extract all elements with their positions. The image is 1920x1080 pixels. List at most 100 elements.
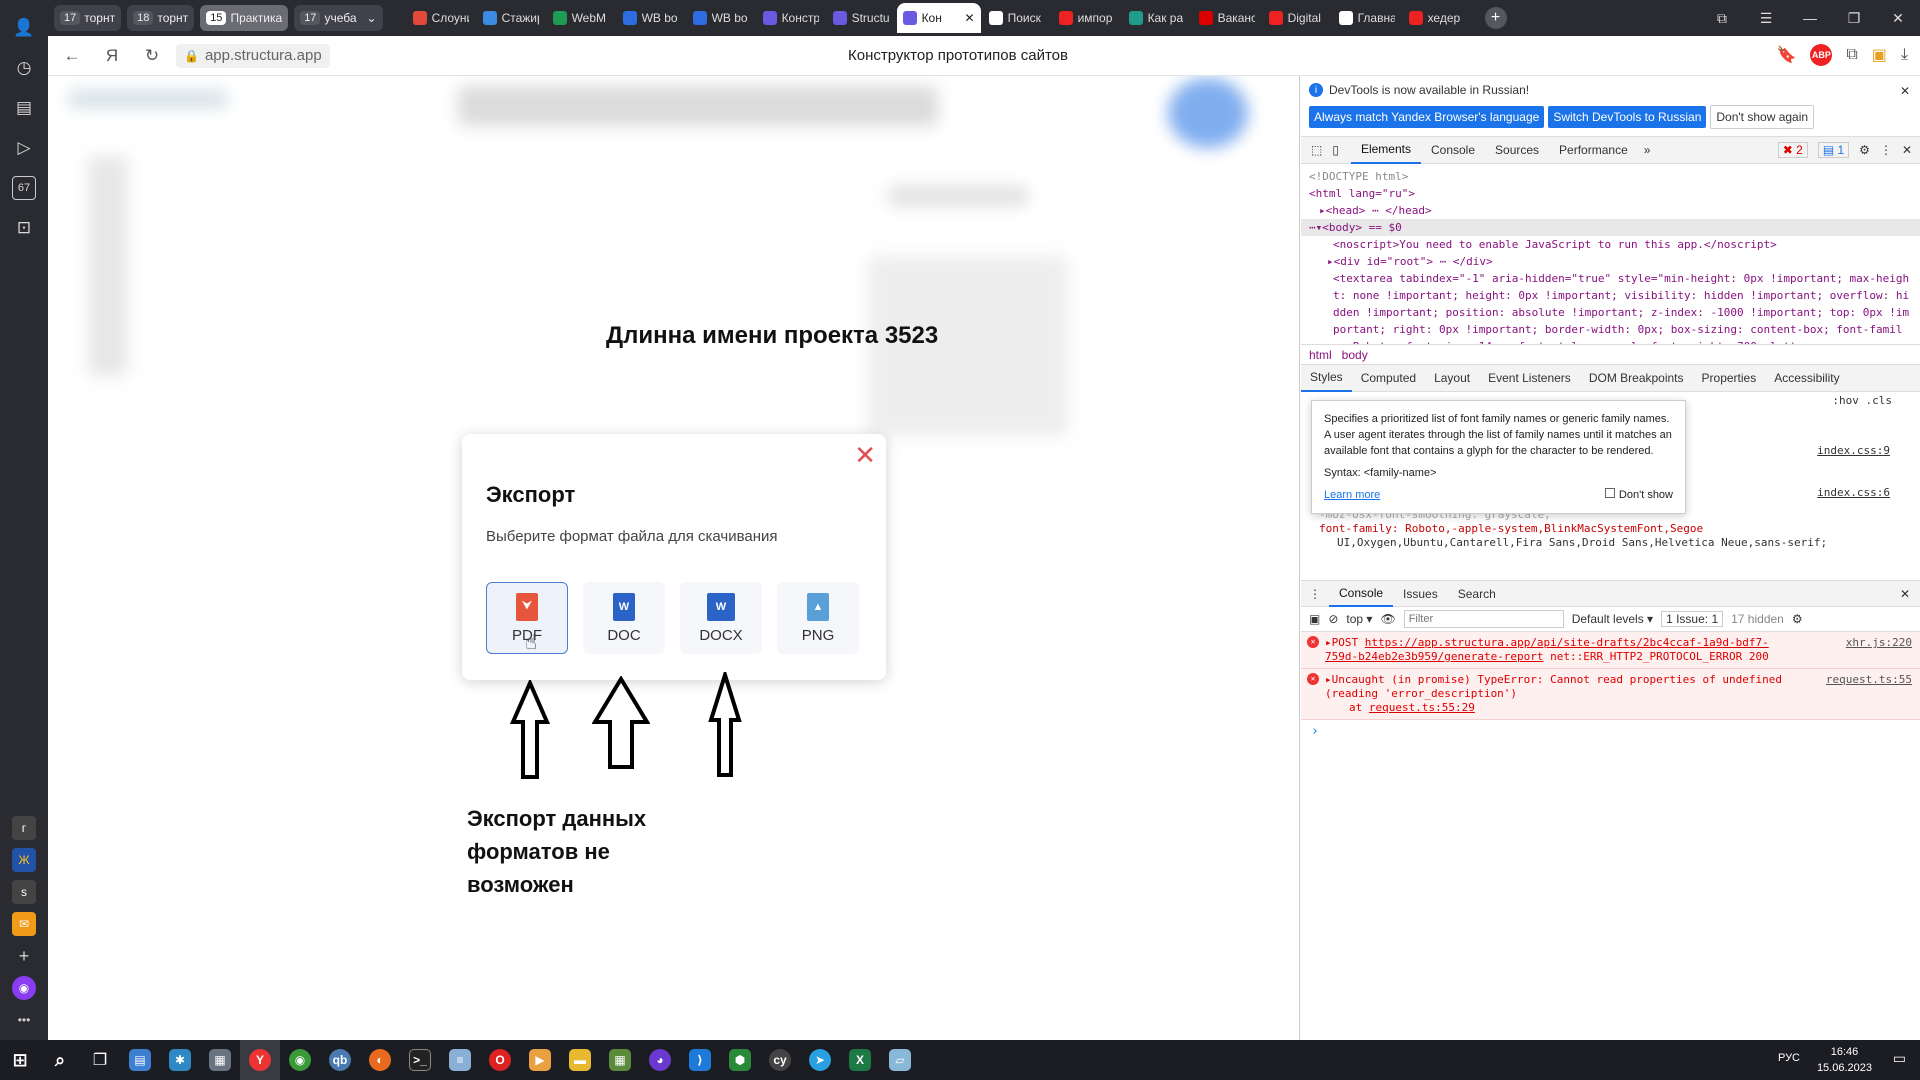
qbittorrent-icon[interactable]: qb: [320, 1040, 360, 1080]
firefox-icon[interactable]: ◐: [360, 1040, 400, 1080]
browser-tab[interactable]: WB bo: [687, 3, 755, 33]
browser-tab[interactable]: Слоуни: [407, 3, 475, 33]
badge-67-icon[interactable]: 67: [12, 176, 36, 200]
browser-tab[interactable]: Кон ✕: [896, 3, 981, 33]
drawer-tab-search[interactable]: Search: [1448, 581, 1506, 607]
match-language-button[interactable]: Always match Yandex Browser's language: [1309, 106, 1545, 128]
sidebar-app-x-icon[interactable]: Ж: [12, 848, 36, 872]
sidebar-app-s-icon[interactable]: s: [12, 880, 36, 904]
profile-icon[interactable]: 👤: [12, 16, 36, 40]
vscode-icon[interactable]: ⟩: [680, 1040, 720, 1080]
chevron-down-icon[interactable]: ⌄: [367, 11, 377, 25]
tab-group-0[interactable]: 17 торнт: [54, 5, 122, 31]
browser-tab[interactable]: хедер: [1403, 3, 1471, 33]
browser-tab[interactable]: Поиск: [983, 3, 1051, 33]
subtab-accessibility[interactable]: Accessibility: [1765, 364, 1848, 392]
error-source-link[interactable]: xhr.js:220: [1846, 636, 1912, 650]
search-icon[interactable]: ⌕: [40, 1040, 80, 1080]
clock[interactable]: 16:46 15.06.2023: [1817, 1044, 1872, 1076]
github-icon[interactable]: ◕: [640, 1040, 680, 1080]
error-count-badge[interactable]: ✖ 2: [1777, 142, 1808, 158]
explorer-icon[interactable]: ▬: [560, 1040, 600, 1080]
drawer-tab-console[interactable]: Console: [1329, 581, 1394, 607]
more-tabs-icon[interactable]: »: [1638, 143, 1657, 157]
selected-node[interactable]: ⋯▾<body> == $0: [1301, 219, 1920, 236]
console-prompt[interactable]: ›: [1301, 720, 1920, 743]
close-drawer-icon[interactable]: ✕: [1900, 587, 1910, 601]
browser-tab[interactable]: Стажир: [477, 3, 545, 33]
taskbar-app-icon[interactable]: ▦: [200, 1040, 240, 1080]
media-icon[interactable]: ▶: [520, 1040, 560, 1080]
switch-russian-button[interactable]: Switch DevTools to Russian: [1548, 106, 1707, 128]
taskbar-app-icon[interactable]: ✱: [160, 1040, 200, 1080]
close-banner-icon[interactable]: ✕: [1900, 84, 1910, 98]
clear-console-icon[interactable]: ⊘: [1328, 612, 1338, 626]
yandex-browser-icon[interactable]: Y: [240, 1040, 280, 1080]
subtab-event-listeners[interactable]: Event Listeners: [1479, 364, 1580, 392]
extension-orange-icon[interactable]: ▣: [1872, 45, 1887, 65]
browser-tab[interactable]: Главна: [1333, 3, 1401, 33]
console-filter-input[interactable]: [1403, 610, 1564, 628]
console-settings-icon[interactable]: ⚙: [1792, 612, 1803, 626]
inspect-icon[interactable]: ⬚: [1301, 143, 1328, 157]
browser-tab[interactable]: Ваканс: [1193, 3, 1261, 33]
alice-icon[interactable]: ◉: [12, 976, 36, 1000]
new-tab-button[interactable]: +: [1484, 7, 1507, 29]
tab-group-1[interactable]: 18 торнт: [127, 5, 195, 31]
subtab-layout[interactable]: Layout: [1425, 364, 1479, 392]
menu-icon[interactable]: ☰: [1744, 10, 1788, 27]
browser-tab[interactable]: импор: [1053, 3, 1121, 33]
screenshot-icon[interactable]: ⊡: [12, 216, 36, 240]
notepad-icon[interactable]: ≡: [440, 1040, 480, 1080]
reload-icon[interactable]: ↻: [132, 46, 172, 66]
notifications-icon[interactable]: ▭: [1893, 1050, 1906, 1067]
issue-count-badge[interactable]: ▤ 1: [1817, 142, 1850, 158]
browser-tab[interactable]: Structu: [827, 3, 895, 33]
tab-manager-icon[interactable]: ⧉: [1700, 10, 1744, 27]
sidebar-app-g-icon[interactable]: г: [12, 816, 36, 840]
restore-icon[interactable]: ❐: [1832, 10, 1876, 27]
app-notes-icon[interactable]: ▱: [880, 1040, 920, 1080]
sidebar-add-icon[interactable]: +: [12, 944, 36, 968]
sidebar-app-mail-icon[interactable]: ✉: [12, 912, 36, 936]
sidebar-toggle-icon[interactable]: ▣: [1309, 612, 1320, 626]
close-devtools-icon[interactable]: ✕: [1902, 143, 1912, 157]
excel-icon[interactable]: X: [840, 1040, 880, 1080]
subtab-computed[interactable]: Computed: [1352, 364, 1425, 392]
task-view-icon[interactable]: ❐: [80, 1040, 120, 1080]
drawer-menu-icon[interactable]: ⋮: [1301, 587, 1329, 601]
browser-tab[interactable]: WB bo: [617, 3, 685, 33]
adblock-icon[interactable]: ABP: [1810, 44, 1833, 66]
extensions-icon[interactable]: ⧉: [1846, 46, 1857, 64]
taskbar-app-icon[interactable]: ▤: [120, 1040, 160, 1080]
subtab-styles[interactable]: Styles: [1301, 364, 1352, 392]
expand-arrow-icon[interactable]: ▸: [1327, 255, 1334, 268]
terminal-icon[interactable]: >_: [400, 1040, 440, 1080]
subtab-dom-breakpoints[interactable]: DOM Breakpoints: [1580, 364, 1693, 392]
eye-icon[interactable]: 👁: [1380, 612, 1395, 626]
crumb-body[interactable]: body: [1342, 348, 1368, 362]
browser-tab[interactable]: Констр: [757, 3, 825, 33]
style-source-link[interactable]: index.css:9: [1817, 444, 1890, 457]
chrome-icon[interactable]: ◉: [280, 1040, 320, 1080]
dont-show-again-button[interactable]: Don't show again: [1710, 105, 1815, 129]
expand-arrow-icon[interactable]: ▸: [1319, 204, 1326, 217]
export-docx-button[interactable]: W DOCX: [680, 582, 762, 654]
yandex-icon[interactable]: Я: [92, 46, 132, 66]
stack-link[interactable]: request.ts:55:29: [1369, 701, 1475, 714]
kebab-menu-icon[interactable]: ⋮: [1880, 143, 1892, 157]
crumb-html[interactable]: html: [1309, 348, 1332, 362]
export-doc-button[interactable]: W DOC: [583, 582, 665, 654]
tab-elements[interactable]: Elements: [1350, 136, 1421, 164]
issues-button[interactable]: 1 Issue: 1: [1661, 611, 1724, 627]
error-source-link[interactable]: request.ts:55: [1826, 673, 1912, 687]
browser-tab[interactable]: Как ра: [1123, 3, 1191, 33]
more-icon[interactable]: •••: [12, 1008, 36, 1032]
video-icon[interactable]: ▷: [12, 136, 36, 160]
tab-console[interactable]: Console: [1421, 136, 1485, 164]
device-toggle-icon[interactable]: ▯: [1328, 143, 1351, 157]
close-tab-icon[interactable]: ✕: [965, 11, 975, 25]
settings-icon[interactable]: ⚙: [1859, 143, 1870, 157]
hov-cls-toggle[interactable]: :hov .cls: [1832, 394, 1892, 407]
context-select[interactable]: top ▾: [1346, 612, 1372, 626]
